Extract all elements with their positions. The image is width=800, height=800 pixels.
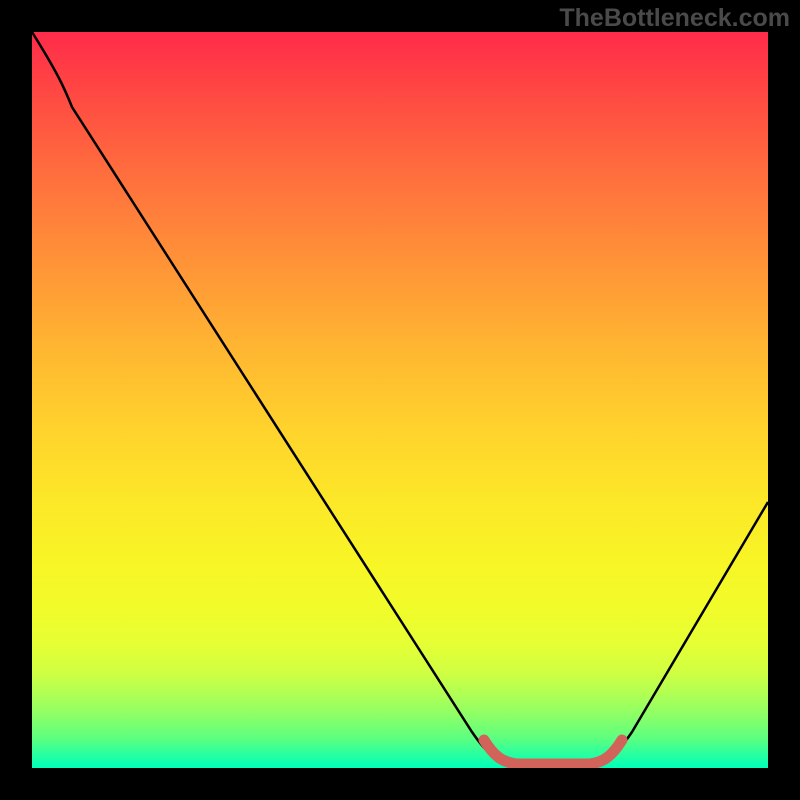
main-curve xyxy=(32,32,768,764)
highlight-segment xyxy=(484,740,622,764)
chart-svg xyxy=(32,32,768,768)
watermark-text: TheBottleneck.com xyxy=(559,4,790,33)
chart-container: TheBottleneck.com xyxy=(0,0,800,800)
